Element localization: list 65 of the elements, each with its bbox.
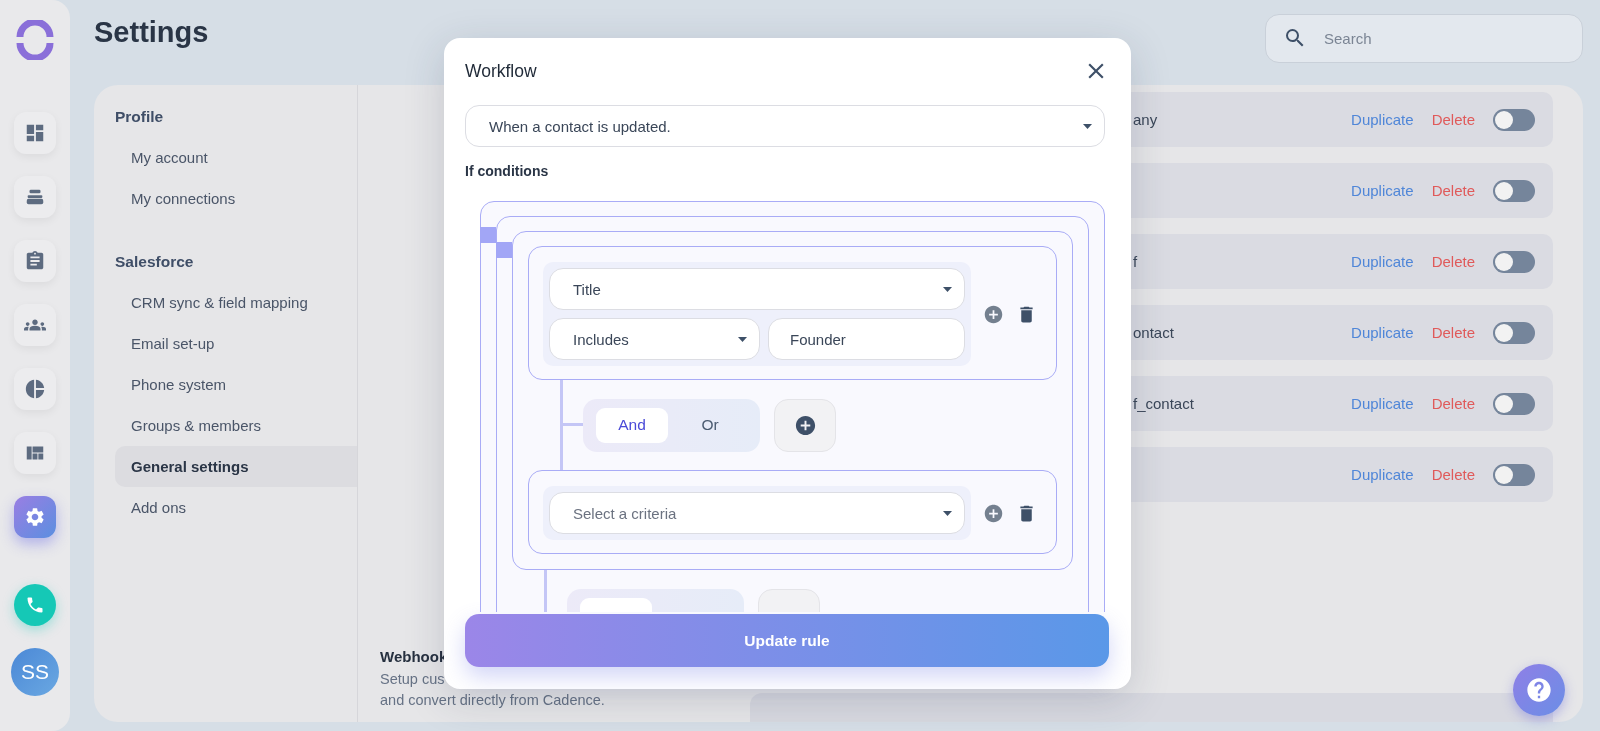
caret-icon <box>1083 123 1092 129</box>
caret-icon <box>943 510 952 516</box>
logic-option[interactable]: Or <box>674 407 746 443</box>
conditions-label: If conditions <box>465 163 550 179</box>
pie-chart-icon[interactable] <box>14 368 56 410</box>
rule-switch[interactable] <box>1493 179 1535 202</box>
nav-item[interactable]: Add ons <box>115 487 357 528</box>
logo-icon <box>15 20 55 60</box>
delete-link[interactable]: Delete <box>1431 395 1475 412</box>
delete-link[interactable]: Delete <box>1431 111 1475 128</box>
nav-item[interactable]: Groups & members <box>115 405 357 446</box>
operator-select[interactable]: Includes <box>549 318 760 360</box>
nav-item[interactable]: My connections <box>115 178 357 219</box>
webhook-description: and convert directly from Cadence. <box>380 691 606 710</box>
nav-section-title: Salesforce <box>115 253 195 272</box>
caret-icon <box>738 336 747 342</box>
rule-name: f <box>1133 253 1139 270</box>
rule-switch[interactable] <box>1493 392 1535 415</box>
webhook-description: Setup cus <box>380 670 446 689</box>
duplicate-link[interactable]: Duplicate <box>1351 253 1414 270</box>
rule-name: f_contact <box>1133 395 1195 412</box>
rule-name: any <box>1133 111 1159 128</box>
dialog-title: Workflow <box>465 60 537 82</box>
webhook-title: Webhook <box>380 648 449 665</box>
nav-item[interactable]: General settings <box>115 446 357 487</box>
caret-icon <box>943 286 952 292</box>
page-title: Settings <box>94 16 209 49</box>
add-condition-button[interactable] <box>774 398 836 452</box>
rule-switch[interactable] <box>1493 108 1535 131</box>
delete-link[interactable]: Delete <box>1431 324 1475 341</box>
update-rule-button[interactable]: Update rule <box>465 614 1109 667</box>
phone-icon[interactable] <box>14 584 56 626</box>
add-icon[interactable] <box>983 502 1004 524</box>
rule-switch[interactable] <box>1493 463 1535 486</box>
delete-link[interactable]: Delete <box>1431 466 1475 483</box>
settings-icon[interactable] <box>14 496 56 538</box>
duplicate-link[interactable]: Duplicate <box>1351 182 1414 199</box>
dashboard-icon[interactable] <box>14 112 56 154</box>
value-field[interactable]: Founder <box>768 318 965 360</box>
duplicate-link[interactable]: Duplicate <box>1351 111 1414 128</box>
nav-item[interactable]: CRM sync & field mapping <box>115 282 357 323</box>
rule-switch[interactable] <box>1493 321 1535 344</box>
duplicate-link[interactable]: Duplicate <box>1351 324 1414 341</box>
delete-link[interactable]: Delete <box>1431 253 1475 270</box>
nav-item[interactable]: Phone system <box>115 364 357 405</box>
rule-switch[interactable] <box>1493 250 1535 273</box>
rule-name: ontact <box>1133 324 1175 341</box>
duplicate-link[interactable]: Duplicate <box>1351 466 1414 483</box>
duplicate-link[interactable]: Duplicate <box>1351 395 1414 412</box>
nav-item[interactable]: My account <box>115 137 357 178</box>
nav-section-title: Profile <box>115 108 165 127</box>
add-icon <box>793 413 817 437</box>
clipboard-icon[interactable] <box>14 240 56 282</box>
logic-option[interactable]: And <box>596 407 668 443</box>
trigger-select[interactable]: When a contact is updated. <box>465 105 1105 147</box>
stacked-trays-icon[interactable] <box>14 176 56 218</box>
people-icon[interactable] <box>14 304 56 346</box>
layout-icon[interactable] <box>14 432 56 474</box>
nav-item[interactable]: Email set-up <box>115 323 357 364</box>
criteria-select[interactable]: Title <box>549 268 965 310</box>
criteria-select[interactable]: Select a criteria <box>549 492 965 534</box>
user-avatar[interactable]: SS <box>11 648 59 696</box>
add-icon[interactable] <box>983 303 1004 325</box>
delete-link[interactable]: Delete <box>1431 182 1475 199</box>
search-field[interactable]: Search <box>1265 14 1583 63</box>
